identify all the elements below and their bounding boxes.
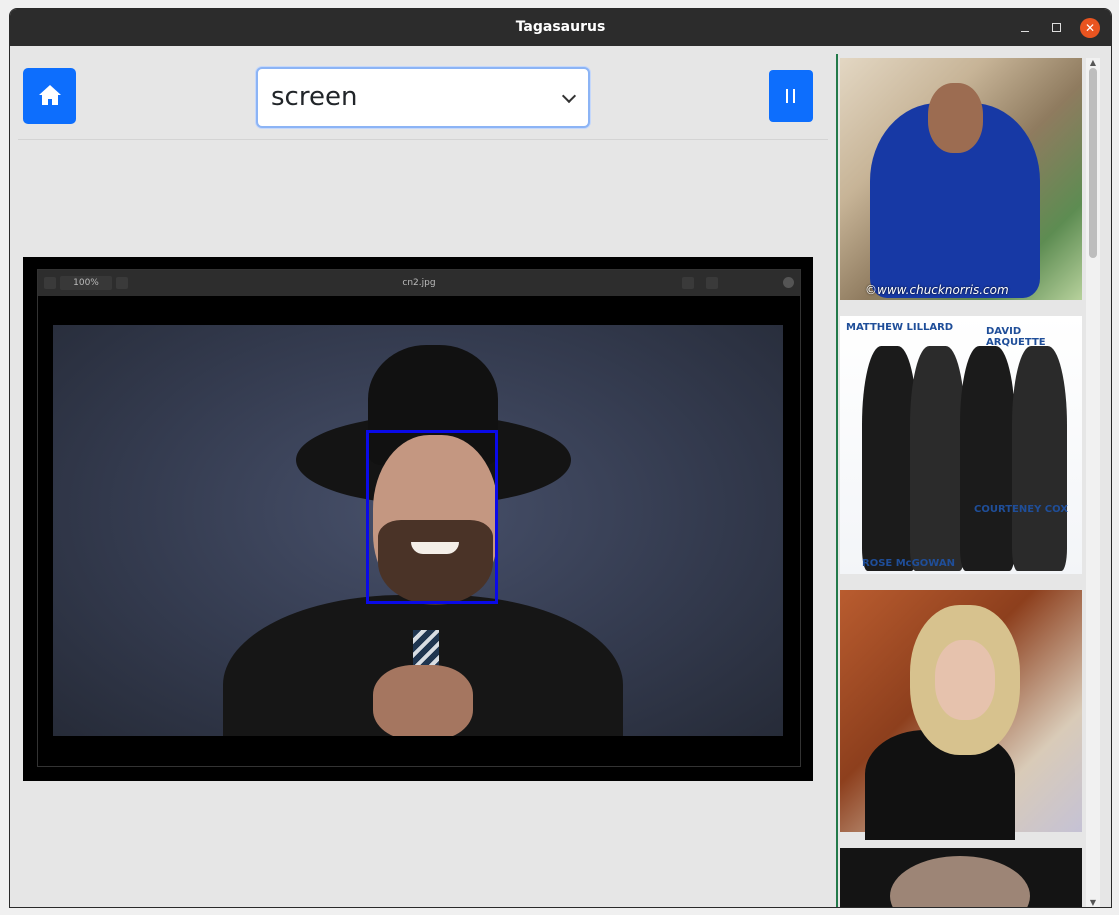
pause-icon-bar bbox=[793, 89, 795, 103]
window-title: Tagasaurus bbox=[515, 19, 606, 35]
scroll-down-icon[interactable]: ▼ bbox=[1086, 898, 1100, 907]
gallery-scrollbar[interactable]: ▲ ▼ bbox=[1086, 58, 1100, 907]
photo-hand bbox=[373, 665, 473, 736]
home-button[interactable] bbox=[23, 68, 76, 124]
thumb-watermark: ©www.chucknorris.com bbox=[865, 283, 1009, 297]
face-gallery[interactable]: ©www.chucknorris.com MATTHEW LILLARD DAV… bbox=[840, 46, 1086, 907]
maximize-button[interactable] bbox=[1047, 18, 1067, 38]
pause-icon bbox=[786, 89, 788, 103]
chevron-down-icon bbox=[561, 88, 577, 104]
thumb-label: DAVID ARQUETTE bbox=[986, 326, 1046, 348]
gallery-item[interactable] bbox=[840, 590, 1082, 840]
main-content: screen 100% cn2.jpg ©www.chucknorris.com… bbox=[10, 46, 1111, 907]
source-select[interactable]: screen bbox=[256, 67, 590, 128]
thumb-face bbox=[935, 640, 995, 720]
thumb-label: COURTENEY COX bbox=[974, 504, 1068, 515]
capture-stage: 100% cn2.jpg bbox=[23, 257, 813, 781]
source-select-value: screen bbox=[271, 82, 358, 112]
thumb-head bbox=[928, 83, 983, 153]
close-button[interactable]: ✕ bbox=[1080, 18, 1100, 38]
minimize-button[interactable] bbox=[1015, 18, 1035, 38]
thumb-person bbox=[960, 346, 1015, 571]
thumb-person bbox=[910, 346, 965, 571]
viewer-maximize-icon bbox=[756, 277, 768, 289]
gallery-item[interactable]: ©www.chucknorris.com bbox=[840, 58, 1082, 300]
captured-photo bbox=[53, 325, 783, 736]
face-detection-box bbox=[366, 430, 498, 604]
app-window: Tagasaurus ✕ screen 100% cn2.jpg ©www.ch… bbox=[9, 8, 1112, 908]
pause-button[interactable] bbox=[769, 70, 813, 122]
viewer-minimize-icon bbox=[734, 277, 746, 289]
title-bar[interactable]: Tagasaurus ✕ bbox=[10, 9, 1111, 46]
viewer-toolbar: 100% cn2.jpg bbox=[38, 270, 800, 296]
thumb-head bbox=[890, 856, 1030, 907]
scroll-up-icon[interactable]: ▲ bbox=[1086, 58, 1100, 67]
scrollbar-thumb[interactable] bbox=[1089, 68, 1097, 258]
gallery-item[interactable] bbox=[840, 848, 1082, 907]
gallery-item[interactable]: MATTHEW LILLARD DAVID ARQUETTE COURTENEY… bbox=[840, 316, 1082, 574]
viewer-close-icon bbox=[783, 277, 794, 288]
toolbar-divider bbox=[18, 139, 828, 140]
gallery-divider bbox=[836, 54, 838, 907]
captured-image-viewer: 100% cn2.jpg bbox=[37, 269, 801, 767]
thumb-person bbox=[862, 346, 917, 571]
home-icon bbox=[39, 85, 61, 105]
menu-icon bbox=[706, 277, 718, 289]
thumb-label: ROSE McGOWAN bbox=[862, 558, 955, 569]
gallery-icon bbox=[682, 277, 694, 289]
thumb-label: MATTHEW LILLARD bbox=[846, 322, 954, 333]
thumb-person bbox=[1012, 346, 1067, 571]
